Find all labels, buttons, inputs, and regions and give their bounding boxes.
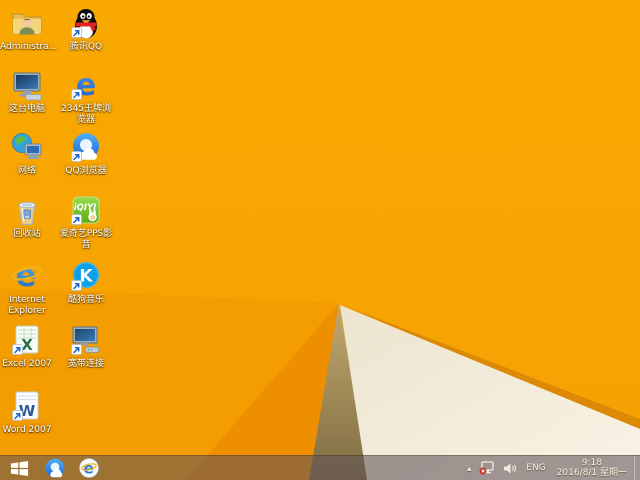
- system-tray: ▴ ENG 9:18 2016/8/1 星期一: [463, 455, 640, 480]
- show-hidden-icons-button[interactable]: ▴: [463, 456, 475, 480]
- svg-text:X: X: [21, 336, 33, 354]
- shortcut-arrow-badge: [71, 27, 82, 38]
- desktop: Administra... 这台电脑 网络 回收站 e Internet Exp…: [0, 0, 640, 480]
- internet-explorer-icon: e: [79, 458, 99, 478]
- show-desktop-button[interactable]: [634, 455, 640, 480]
- desktop-icon-internet-explorer[interactable]: e Internet Explorer: [0, 258, 54, 317]
- qq-penguin-icon: [68, 5, 104, 41]
- network-status-button[interactable]: [475, 456, 499, 480]
- desktop-icon-administrator[interactable]: Administra...: [0, 5, 58, 53]
- network-disconnected-icon: [479, 461, 494, 475]
- desktop-icon-label: 网络: [17, 166, 36, 176]
- shortcut-arrow-badge: [71, 344, 82, 355]
- desktop-icon-kugou[interactable]: K 酷狗音乐: [59, 258, 113, 306]
- svg-text:iQIYI: iQIYI: [74, 203, 97, 213]
- volume-button[interactable]: [499, 456, 522, 480]
- clock[interactable]: 9:18 2016/8/1 星期一: [550, 456, 634, 480]
- desktop-icon-label: Excel 2007: [2, 359, 52, 369]
- desktop-icon-label: 爱奇艺PPS影音: [59, 229, 113, 250]
- desktop-icon-label: 宽带连接: [67, 359, 104, 369]
- network-globe-icon: [9, 129, 45, 165]
- desktop-icon-recycle-bin[interactable]: 回收站: [0, 192, 54, 240]
- clock-time: 9:18: [581, 458, 602, 468]
- taskbar-internet-explorer-button[interactable]: e: [72, 456, 106, 480]
- desktop-icon-word-2007[interactable]: W Word 2007: [0, 388, 54, 436]
- desktop-icon-qq-browser[interactable]: QQ浏览器: [59, 129, 113, 177]
- taskbar-qq-browser-button[interactable]: [38, 456, 72, 480]
- shortcut-arrow-badge: [71, 280, 82, 291]
- internet-explorer-icon: e: [9, 258, 45, 294]
- 2345-browser-icon: e: [68, 67, 104, 103]
- desktop-icon-network[interactable]: 网络: [0, 129, 54, 177]
- recycle-bin-icon: [9, 192, 45, 228]
- qq-browser-icon: [68, 129, 104, 165]
- speaker-icon: [504, 462, 517, 474]
- shortcut-arrow-badge: [12, 344, 23, 355]
- desktop-icon-tencent-qq[interactable]: 腾讯QQ: [59, 5, 113, 53]
- shortcut-arrow-badge: [71, 214, 82, 225]
- desktop-icon-label: 腾讯QQ: [69, 42, 103, 52]
- desktop-icon-this-pc[interactable]: 这台电脑: [0, 67, 54, 115]
- desktop-icon-label: QQ浏览器: [65, 166, 107, 176]
- desktop-icon-label: 这台电脑: [8, 104, 45, 114]
- shortcut-arrow-badge: [12, 410, 23, 421]
- desktop-icon-label: Word 2007: [2, 425, 52, 435]
- clock-date: 2016/8/1 星期一: [556, 468, 627, 478]
- desktop-icon-label: Administra...: [0, 42, 58, 52]
- qq-browser-icon: [45, 458, 65, 478]
- computer-icon: [9, 67, 45, 103]
- taskbar: e ▴ ENG 9:18 2016/8/1 星期一: [0, 455, 640, 480]
- start-button[interactable]: [0, 456, 38, 480]
- windows-logo-icon: [10, 460, 28, 476]
- language-indicator[interactable]: ENG: [522, 456, 549, 480]
- word-icon: W: [9, 388, 45, 424]
- desktop-icon-label: Internet Explorer: [8, 295, 46, 316]
- desktop-icon-label: 2345王牌浏览器: [61, 104, 111, 125]
- user-folder-icon: [9, 5, 45, 41]
- desktop-icon-2345-browser[interactable]: e 2345王牌浏览器: [59, 67, 113, 126]
- desktop-icon-broadband[interactable]: 宽带连接: [59, 322, 113, 370]
- desktop-icon-label: 回收站: [13, 229, 41, 239]
- desktop-icon-iqiyi-pps[interactable]: iQIYI 爱奇艺PPS影音: [59, 192, 113, 251]
- desktop-icon-excel-2007[interactable]: X Excel 2007: [0, 322, 54, 370]
- shortcut-arrow-badge: [71, 151, 82, 162]
- broadband-connection-icon: [68, 322, 104, 358]
- desktop-icon-label: 酷狗音乐: [67, 295, 104, 305]
- iqiyi-pps-icon: iQIYI: [68, 192, 104, 228]
- excel-icon: X: [9, 322, 45, 358]
- chevron-up-icon: ▴: [467, 463, 472, 473]
- kugou-music-icon: K: [68, 258, 104, 294]
- shortcut-arrow-badge: [71, 89, 82, 100]
